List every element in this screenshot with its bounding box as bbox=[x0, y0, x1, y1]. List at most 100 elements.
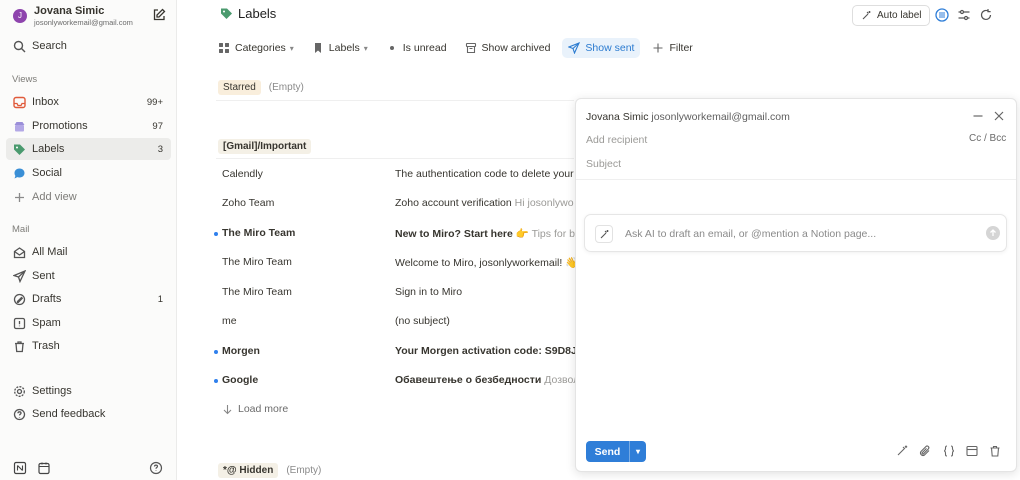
list-view-icon[interactable] bbox=[935, 8, 949, 22]
notion-icon[interactable] bbox=[13, 461, 27, 475]
settings-label: Settings bbox=[32, 385, 72, 397]
group-label: *@ Hidden bbox=[218, 463, 279, 478]
email-sender: me bbox=[222, 315, 237, 327]
mail-heading: Mail bbox=[12, 224, 30, 235]
sidebar-item-social[interactable]: Social bbox=[6, 162, 171, 184]
filter-categories[interactable]: Categories ▾ bbox=[212, 38, 300, 58]
sliders-icon[interactable] bbox=[957, 8, 971, 22]
add-filter-button[interactable]: Filter bbox=[646, 38, 698, 58]
add-view-button[interactable]: Add view bbox=[6, 186, 171, 208]
help-icon[interactable] bbox=[149, 461, 163, 475]
sidebar-item-sent[interactable]: Sent bbox=[6, 265, 171, 287]
search-button[interactable]: Search bbox=[6, 35, 171, 57]
email-row[interactable]: Zoho Team Zoho account verification Hi j… bbox=[212, 194, 582, 214]
filter-is-unread[interactable]: Is unread bbox=[380, 38, 453, 58]
load-more-button[interactable]: Load more bbox=[222, 403, 288, 415]
refresh-icon[interactable] bbox=[979, 8, 993, 22]
sidebar-item-drafts[interactable]: Drafts 1 bbox=[6, 288, 171, 310]
load-more-label: Load more bbox=[238, 403, 289, 415]
email-row[interactable]: The Miro Team Sign in to Miro bbox=[212, 283, 582, 303]
sidebar-item-labels[interactable]: Labels 3 bbox=[6, 138, 171, 160]
promotions-count: 97 bbox=[152, 120, 163, 132]
ai-sparkle-icon bbox=[862, 11, 871, 20]
group-starred[interactable]: Starred (Empty) bbox=[218, 79, 304, 96]
compose-icon[interactable] bbox=[152, 8, 166, 22]
filter-label: Filter bbox=[669, 42, 693, 54]
send-feedback-button[interactable]: Send feedback bbox=[6, 403, 171, 425]
divider bbox=[576, 179, 1016, 180]
sidebar-item-all-mail[interactable]: All Mail bbox=[6, 241, 171, 263]
email-row[interactable]: The Miro Team Welcome to Miro, josonlywo… bbox=[212, 253, 582, 273]
sidebar-item-spam[interactable]: Spam bbox=[6, 312, 171, 334]
sidebar-item-label: Promotions bbox=[32, 120, 88, 132]
compose-window: Jovana Simic josonlyworkemail@gmail.com … bbox=[575, 98, 1017, 472]
account-switcher[interactable]: J Jovana Simic josonlyworkemail@gmail.co… bbox=[12, 4, 172, 28]
cc-bcc-button[interactable]: Cc / Bcc bbox=[969, 133, 1006, 144]
add-view-label: Add view bbox=[32, 191, 77, 203]
calendar-icon[interactable] bbox=[37, 461, 51, 475]
code-braces-icon[interactable] bbox=[942, 444, 956, 458]
compose-from[interactable]: Jovana Simic josonlyworkemail@gmail.com bbox=[586, 111, 790, 123]
feedback-label: Send feedback bbox=[32, 408, 106, 420]
group-important[interactable]: [Gmail]/Important bbox=[218, 138, 312, 155]
sidebar-item-promotions[interactable]: Promotions 97 bbox=[6, 115, 171, 137]
unread-dot-icon bbox=[386, 42, 398, 54]
trash-icon bbox=[12, 339, 26, 353]
drafts-icon bbox=[12, 292, 26, 306]
filter-labels[interactable]: Labels ▾ bbox=[306, 38, 374, 58]
email-row[interactable]: Morgen Your Morgen activation code: S9D8… bbox=[212, 342, 582, 362]
email-sender: Zoho Team bbox=[222, 197, 275, 209]
labels-count: 3 bbox=[157, 143, 163, 155]
ai-sparkle-icon bbox=[595, 225, 613, 243]
plus-icon bbox=[652, 42, 664, 54]
arrow-up-icon bbox=[990, 229, 996, 236]
from-email: josonlyworkemail@gmail.com bbox=[651, 111, 790, 123]
grid-icon bbox=[218, 42, 230, 54]
group-hidden[interactable]: *@ Hidden (Empty) bbox=[218, 462, 321, 479]
spam-icon bbox=[12, 316, 26, 330]
email-sender: The Miro Team bbox=[222, 227, 296, 239]
ai-prompt-input[interactable] bbox=[625, 225, 970, 243]
filter-show-archived[interactable]: Show archived bbox=[459, 38, 557, 58]
recipient-input[interactable] bbox=[586, 131, 1006, 149]
group-empty: (Empty) bbox=[286, 465, 322, 476]
subject-input[interactable] bbox=[586, 155, 1006, 173]
archive-icon bbox=[465, 42, 477, 54]
arrow-down-icon bbox=[223, 404, 232, 414]
trash-icon[interactable] bbox=[988, 444, 1002, 458]
label-icon bbox=[221, 8, 232, 19]
email-row[interactable]: The Miro Team New to Miro? Start here 👉 … bbox=[212, 224, 582, 244]
sidebar-item-label: Labels bbox=[32, 143, 65, 155]
template-icon[interactable] bbox=[965, 444, 979, 458]
email-sender: The Miro Team bbox=[222, 286, 292, 298]
sidebar-item-inbox[interactable]: Inbox 99+ bbox=[6, 91, 171, 113]
email-row[interactable]: Google Обавештење о безбедности Дозволи bbox=[212, 371, 582, 391]
email-row[interactable]: me (no subject) bbox=[212, 312, 582, 332]
attachment-icon[interactable] bbox=[918, 444, 932, 458]
divider bbox=[216, 100, 574, 101]
sidebar-item-label: Social bbox=[32, 167, 62, 179]
minimize-icon[interactable] bbox=[972, 110, 984, 122]
email-sender: The Miro Team bbox=[222, 256, 292, 268]
unread-indicator bbox=[214, 350, 218, 354]
send-button[interactable]: Send ▾ bbox=[586, 441, 646, 462]
email-snippet: Tips for bu bbox=[531, 228, 575, 240]
chevron-down-icon[interactable]: ▾ bbox=[630, 441, 646, 462]
auto-label-button[interactable]: Auto label bbox=[852, 5, 931, 26]
group-label: [Gmail]/Important bbox=[218, 139, 312, 154]
ai-submit-button[interactable] bbox=[986, 226, 1000, 240]
sent-icon bbox=[12, 269, 26, 283]
ai-prompt-box bbox=[584, 214, 1007, 252]
chevron-down-icon: ▾ bbox=[289, 43, 294, 53]
ai-sparkle-icon[interactable] bbox=[895, 444, 909, 458]
email-snippet: Hi josonlywo bbox=[514, 197, 574, 209]
sidebar-item-trash[interactable]: Trash bbox=[6, 335, 171, 357]
sidebar: J Jovana Simic josonlyworkemail@gmail.co… bbox=[0, 0, 177, 480]
close-icon[interactable] bbox=[993, 110, 1005, 122]
unread-indicator bbox=[214, 232, 218, 236]
search-label: Search bbox=[32, 40, 67, 52]
settings-button[interactable]: Settings bbox=[6, 380, 171, 402]
filter-show-sent[interactable]: Show sent bbox=[562, 38, 641, 58]
feedback-icon bbox=[12, 407, 26, 421]
email-row[interactable]: Calendly The authentication code to dele… bbox=[212, 165, 582, 185]
